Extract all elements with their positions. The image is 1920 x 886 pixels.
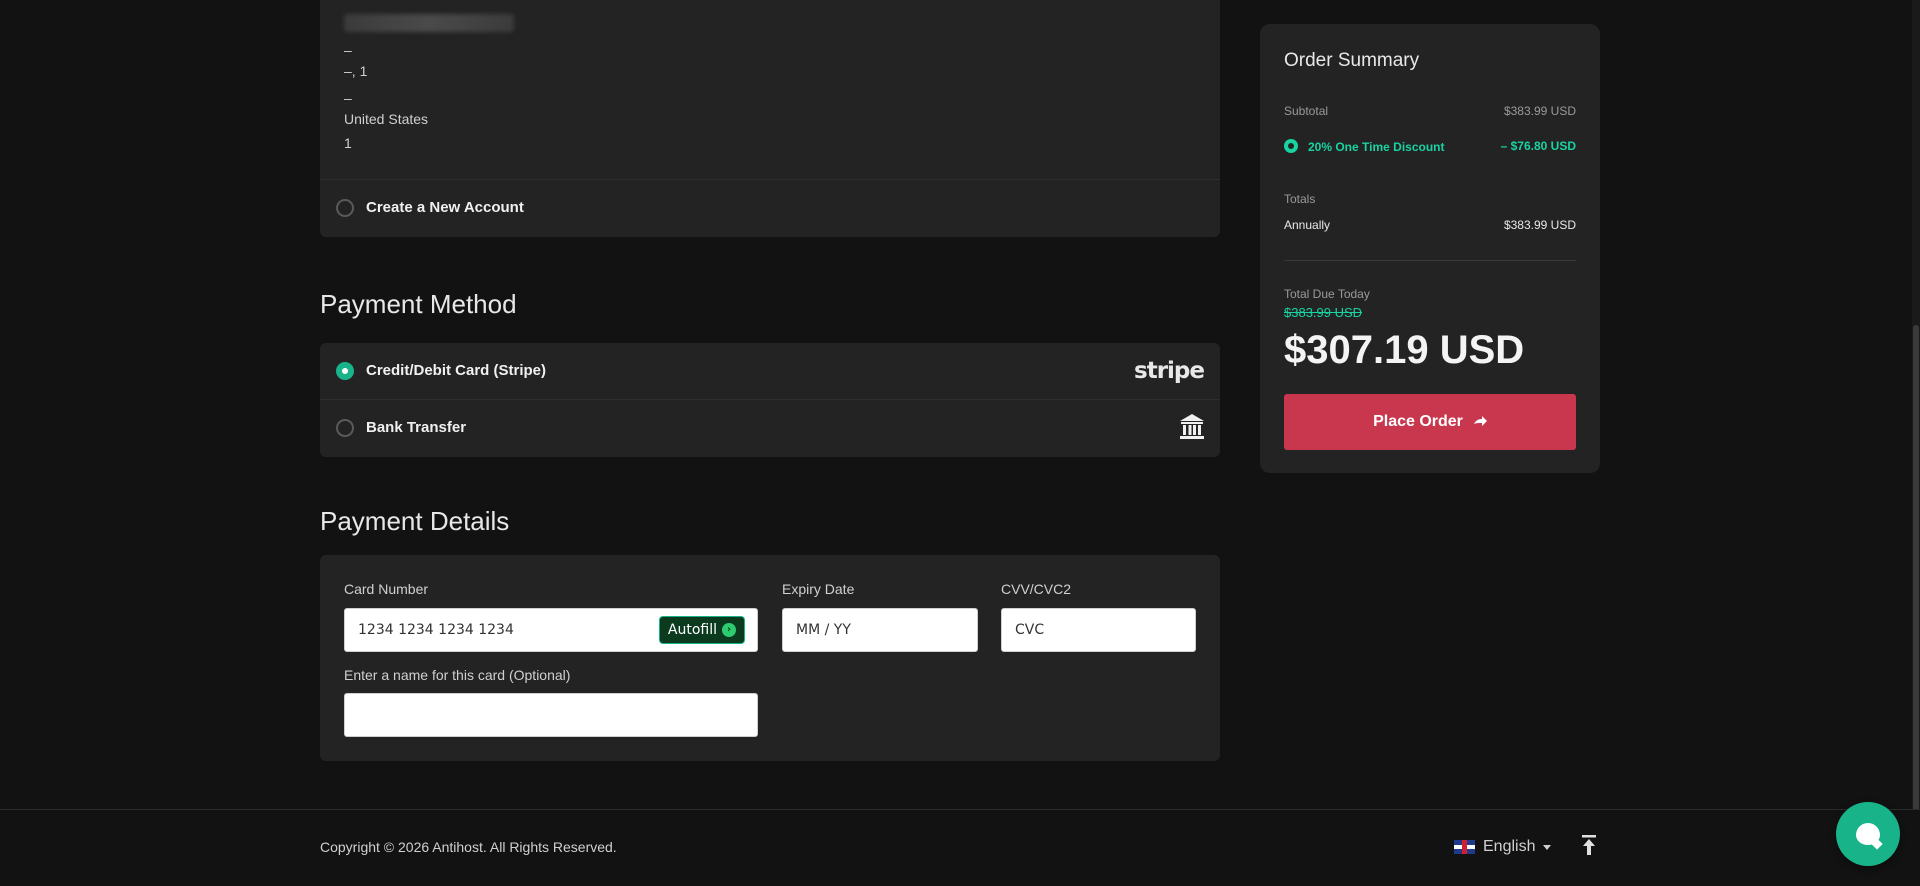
bank-transfer-label[interactable]: Bank Transfer bbox=[366, 419, 466, 436]
chat-button[interactable] bbox=[1836, 802, 1900, 866]
annually-label: Annually bbox=[1284, 218, 1331, 232]
card-number-placeholder: 1234 1234 1234 1234 bbox=[358, 622, 514, 638]
discount-label: 20% One Time Discount bbox=[1308, 140, 1445, 154]
place-order-label: Place Order bbox=[1373, 413, 1463, 430]
stripe-radio[interactable] bbox=[336, 362, 354, 380]
divider bbox=[320, 399, 1220, 400]
divider bbox=[1284, 260, 1576, 261]
cvv-label: CVV/CVC2 bbox=[1001, 581, 1072, 597]
caret-down-icon bbox=[1543, 844, 1552, 850]
bank-transfer-radio[interactable] bbox=[336, 419, 354, 437]
expiry-label: Expiry Date bbox=[782, 581, 855, 597]
subtotal-label: Subtotal bbox=[1284, 104, 1329, 118]
autofill-label: Autofill bbox=[667, 622, 717, 638]
card-name-input[interactable] bbox=[344, 693, 758, 737]
address-line: –, 1 bbox=[344, 63, 368, 79]
original-price: $383.99 USD bbox=[1284, 305, 1363, 320]
discount-row: 20% One Time Discount – $76.80 USD bbox=[1284, 139, 1576, 154]
payment-details-title: Payment Details bbox=[320, 506, 510, 536]
arrow-right-icon bbox=[1473, 416, 1487, 426]
back-to-top-icon[interactable] bbox=[1580, 834, 1598, 856]
card-number-label: Card Number bbox=[344, 581, 429, 597]
address-country: United States bbox=[344, 111, 429, 127]
scrollbar-thumb[interactable] bbox=[1913, 325, 1919, 865]
bank-icon bbox=[1180, 414, 1204, 439]
expiry-placeholder: MM / YY bbox=[796, 622, 851, 638]
create-account-label[interactable]: Create a New Account bbox=[366, 199, 524, 216]
address-line: 1 bbox=[344, 135, 352, 151]
payment-details-card: Card Number 1234 1234 1234 1234 Autofill… bbox=[320, 555, 1220, 761]
cvv-input[interactable]: CVC bbox=[1001, 608, 1196, 652]
stripe-logo: stripe bbox=[1134, 358, 1205, 384]
annually-row: Annually $383.99 USD bbox=[1284, 218, 1576, 232]
discount-value: – $76.80 USD bbox=[1500, 139, 1576, 153]
arrow-right-icon: › bbox=[722, 623, 736, 637]
card-name-label: Enter a name for this card (Optional) bbox=[344, 667, 571, 683]
blurred-name bbox=[344, 14, 514, 32]
copyright-text: Copyright © 2026 Antihost. All Rights Re… bbox=[320, 839, 617, 855]
due-today-label: Total Due Today bbox=[1284, 287, 1370, 301]
annually-value: $383.99 USD bbox=[1503, 218, 1576, 232]
create-account-radio[interactable] bbox=[336, 199, 354, 217]
discount-badge-icon bbox=[1284, 139, 1298, 153]
subtotal-value: $383.99 USD bbox=[1503, 104, 1576, 118]
expiry-input[interactable]: MM / YY bbox=[782, 608, 978, 652]
totals-label: Totals bbox=[1284, 192, 1316, 206]
checkout-page: – –, 1 – United States 1 Create a New Ac… bbox=[0, 0, 1920, 886]
divider bbox=[320, 179, 1220, 180]
uk-flag-icon bbox=[1454, 840, 1475, 854]
chat-bubble-icon bbox=[1856, 823, 1880, 845]
account-card: – –, 1 – United States 1 Create a New Ac… bbox=[320, 0, 1220, 237]
address-line: – bbox=[344, 42, 352, 58]
address-line: – bbox=[344, 90, 352, 106]
language-label: English bbox=[1483, 838, 1536, 855]
language-selector[interactable]: English bbox=[1454, 838, 1552, 856]
payment-method-card: Credit/Debit Card (Stripe) stripe Bank T… bbox=[320, 343, 1220, 457]
cvv-placeholder: CVC bbox=[1015, 622, 1045, 638]
card-number-input[interactable]: 1234 1234 1234 1234 Autofill › bbox=[344, 608, 758, 652]
discount-label-wrap: 20% One Time Discount bbox=[1284, 139, 1444, 154]
order-summary-title: Order Summary bbox=[1284, 50, 1420, 71]
place-order-button[interactable]: Place Order bbox=[1284, 394, 1576, 450]
subtotal-row: Subtotal $383.99 USD bbox=[1284, 104, 1576, 118]
footer: Copyright © 2026 Antihost. All Rights Re… bbox=[0, 809, 1920, 886]
autofill-button[interactable]: Autofill › bbox=[658, 616, 745, 644]
order-summary: Order Summary Subtotal $383.99 USD 20% O… bbox=[1260, 24, 1600, 473]
stripe-option-label[interactable]: Credit/Debit Card (Stripe) bbox=[366, 362, 546, 379]
totals-heading-row: Totals bbox=[1284, 192, 1576, 206]
page-scrollbar[interactable] bbox=[1912, 0, 1920, 886]
payment-method-title: Payment Method bbox=[320, 289, 517, 319]
total-due: $307.19 USD bbox=[1284, 328, 1525, 372]
